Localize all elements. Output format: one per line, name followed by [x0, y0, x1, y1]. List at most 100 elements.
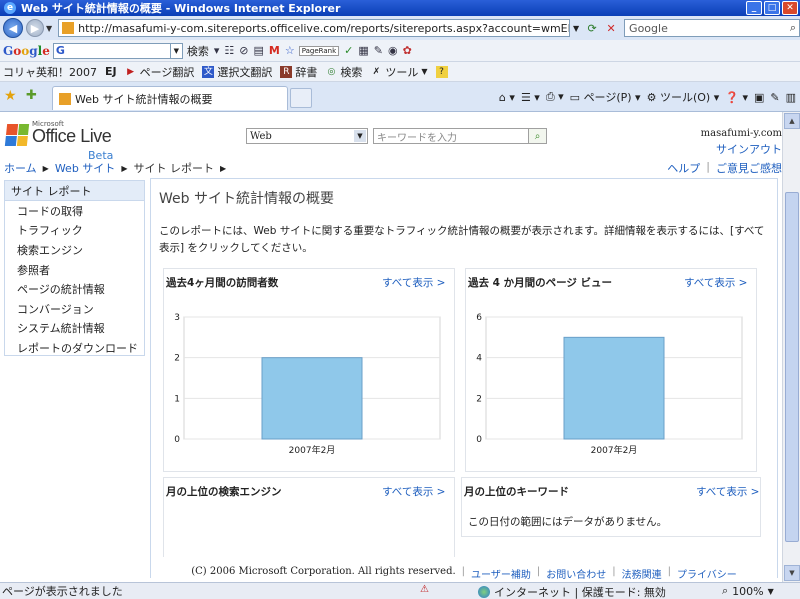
blog-icon[interactable]: ▥	[786, 91, 796, 104]
back-button[interactable]: ◀	[3, 18, 23, 38]
search-options-icon[interactable]: ▾	[214, 44, 220, 57]
translate-icon[interactable]: ✎	[374, 44, 383, 57]
visitors-show-all-link[interactable]: すべて表示 >	[382, 275, 445, 290]
breadcrumb: ホーム ▶ Web サイト ▶ サイト レポート ▶	[4, 160, 232, 176]
help-menu-icon[interactable]: ❓ ▾	[725, 91, 748, 104]
ej-link[interactable]: EJ	[105, 65, 117, 78]
google-search-input[interactable]: G	[52, 42, 171, 59]
print-icon[interactable]: ⎙ ▾	[546, 90, 564, 104]
sidebar-header[interactable]: サイト レポート	[5, 181, 144, 201]
google-logo: Google	[3, 43, 50, 58]
google-search-button[interactable]: 検索	[187, 43, 209, 59]
gmail-icon[interactable]: M	[269, 44, 280, 57]
page-icon: ▭	[569, 90, 581, 104]
sidebar-item-download-reports[interactable]: レポートのダウンロード	[5, 338, 144, 358]
research-icon[interactable]: ▣	[754, 91, 764, 104]
site-search-input[interactable]: キーワードを入力	[373, 128, 529, 144]
tools-menu-button[interactable]: ⚙ ツール(O) ▾	[647, 89, 720, 105]
sidebar-item-get-code[interactable]: コードの取得	[5, 201, 144, 221]
y-tick-label: 2	[476, 394, 482, 404]
add-favorites-icon[interactable]: ✚	[26, 88, 37, 103]
search-engines-show-all-link[interactable]: すべて表示 >	[382, 484, 445, 499]
tools-icon[interactable]: ✿	[403, 44, 412, 57]
security-zone[interactable]: インターネット | 保護モード: 無効	[478, 584, 666, 599]
forward-button[interactable]: ▶	[26, 19, 44, 37]
play-icon: ▶	[127, 66, 135, 77]
refresh-icon[interactable]: ⟳	[583, 19, 601, 37]
search-icon[interactable]: ⌕	[790, 21, 796, 35]
korya-link[interactable]: コリャ英和！2007	[3, 64, 97, 80]
tab-active[interactable]: Web サイト統計情報の概要	[52, 86, 288, 110]
star-icon[interactable]: ☆	[285, 44, 295, 57]
footer-contact-link[interactable]: お問い合わせ	[546, 566, 606, 581]
logo-name: Office Live	[32, 126, 112, 146]
x-tick-label: 2007年2月	[289, 444, 336, 456]
selection-translate-link[interactable]: 文選択文翻訳	[202, 64, 272, 80]
pageviews-chart: 0 2 4 6 2007年2月	[476, 313, 743, 456]
pageviews-panel: 過去 4 か月間のページ ビュー すべて表示 > 0 2 4 6 2007年2月	[465, 268, 757, 472]
search-link[interactable]: ◎ 検索	[325, 64, 362, 80]
y-tick-label: 0	[476, 435, 482, 445]
scrollbar-thumb[interactable]	[785, 192, 799, 542]
window-title: Web サイト統計情報の概要 - Windows Internet Explor…	[21, 2, 341, 15]
scroll-down-icon[interactable]: ▼	[784, 565, 800, 581]
page-viewport: Microsoft Office Live Beta Web ▼ キーワードを入…	[0, 112, 782, 582]
footer-copyright: (C) 2006 Microsoft Corporation. All righ…	[191, 566, 456, 577]
footer-privacy-link[interactable]: プライバシー	[677, 566, 737, 581]
new-tab-button[interactable]	[290, 88, 312, 108]
minimize-button[interactable]: _	[746, 1, 762, 15]
office-live-logo[interactable]: Microsoft Office Live Beta	[4, 120, 116, 162]
breadcrumb-home[interactable]: ホーム	[4, 160, 37, 176]
stop-icon[interactable]: ✕	[602, 19, 620, 37]
search-scope-select[interactable]: Web ▼	[246, 128, 368, 144]
maximize-button[interactable]: □	[764, 1, 780, 15]
news-icon[interactable]: ☷	[224, 44, 234, 57]
popup-blocker-icon[interactable]: ⊘	[239, 44, 248, 57]
page-translate-link[interactable]: ▶ ページ翻訳	[125, 64, 194, 80]
tab-bar: ★ ✚ Web サイト統計情報の概要 ⌂ ▾ ☰ ▾ ⎙ ▾ ▭ ページ(P) …	[0, 82, 800, 112]
favorites-star-icon[interactable]: ★	[4, 88, 17, 104]
home-icon[interactable]: ⌂ ▾	[499, 91, 515, 104]
security-icon[interactable]: ⚠	[420, 584, 434, 598]
x-tick-label: 2007年2月	[591, 444, 638, 456]
page-menu[interactable]: ▭ ページ(P) ▾	[570, 89, 641, 105]
google-search-dropdown-icon[interactable]: ▼	[170, 42, 183, 59]
feeds-icon[interactable]: ☰ ▾	[521, 91, 540, 104]
zoom-control[interactable]: ⌕ 100% ▼	[722, 584, 774, 598]
feedback-link[interactable]: ご意見ご感想	[716, 160, 782, 176]
vertical-scrollbar[interactable]: ▲ ▼	[782, 112, 800, 582]
sidebar-item-page-stats[interactable]: ページの統計情報	[5, 279, 144, 299]
address-input[interactable]: http://masafumi-y-com.sitereports.office…	[58, 19, 571, 37]
help-link[interactable]: ヘルプ	[667, 160, 700, 176]
addon-icon[interactable]: ✎	[770, 91, 779, 104]
footer-accessibility-link[interactable]: ユーザー補助	[471, 566, 531, 581]
help-icon[interactable]: ?	[435, 65, 451, 78]
signout-link[interactable]: サインアウト	[716, 141, 782, 157]
footer: (C) 2006 Microsoft Corporation. All righ…	[191, 566, 737, 581]
browser-search-input[interactable]: Google ⌕	[624, 19, 800, 37]
top-links: ヘルプ | ご意見ご感想	[667, 160, 782, 176]
sidebar-item-referrers[interactable]: 参照者	[5, 260, 144, 280]
footer-legal-link[interactable]: 法務関連	[622, 566, 662, 581]
pageviews-show-all-link[interactable]: すべて表示 >	[684, 275, 747, 290]
close-window-button[interactable]: ✕	[782, 1, 798, 15]
y-tick-label: 2	[174, 354, 180, 364]
breadcrumb-website[interactable]: Web サイト	[55, 160, 115, 176]
site-search-button[interactable]: ⌕	[529, 128, 547, 144]
page-favicon-icon	[62, 22, 75, 34]
settings-icon[interactable]: ◉	[388, 44, 398, 57]
sidebar-item-conversions[interactable]: コンバージョン	[5, 299, 144, 319]
sidebar-item-system-stats[interactable]: システム統計情報	[5, 319, 144, 339]
sidebar-item-traffic[interactable]: トラフィック	[5, 221, 144, 241]
spellcheck-icon[interactable]: ✓	[344, 44, 353, 57]
recent-pages-dropdown-icon[interactable]: ▼	[46, 24, 52, 33]
sidebar-item-search-engines[interactable]: 検索エンジン	[5, 240, 144, 260]
tools-menu[interactable]: ✗ ツール ▼	[370, 64, 428, 80]
bookmark-icon[interactable]: ▤	[254, 44, 264, 57]
scroll-up-icon[interactable]: ▲	[784, 113, 800, 129]
command-bar: ⌂ ▾ ☰ ▾ ⎙ ▾ ▭ ページ(P) ▾ ⚙ ツール(O) ▾ ❓ ▾ ▣ …	[499, 89, 796, 105]
autofill-icon[interactable]: ▦	[358, 44, 368, 57]
address-dropdown-icon[interactable]: ▼	[570, 20, 582, 36]
keywords-show-all-link[interactable]: すべて表示 >	[696, 484, 759, 499]
dictionary-link[interactable]: R 辞書	[280, 64, 317, 80]
